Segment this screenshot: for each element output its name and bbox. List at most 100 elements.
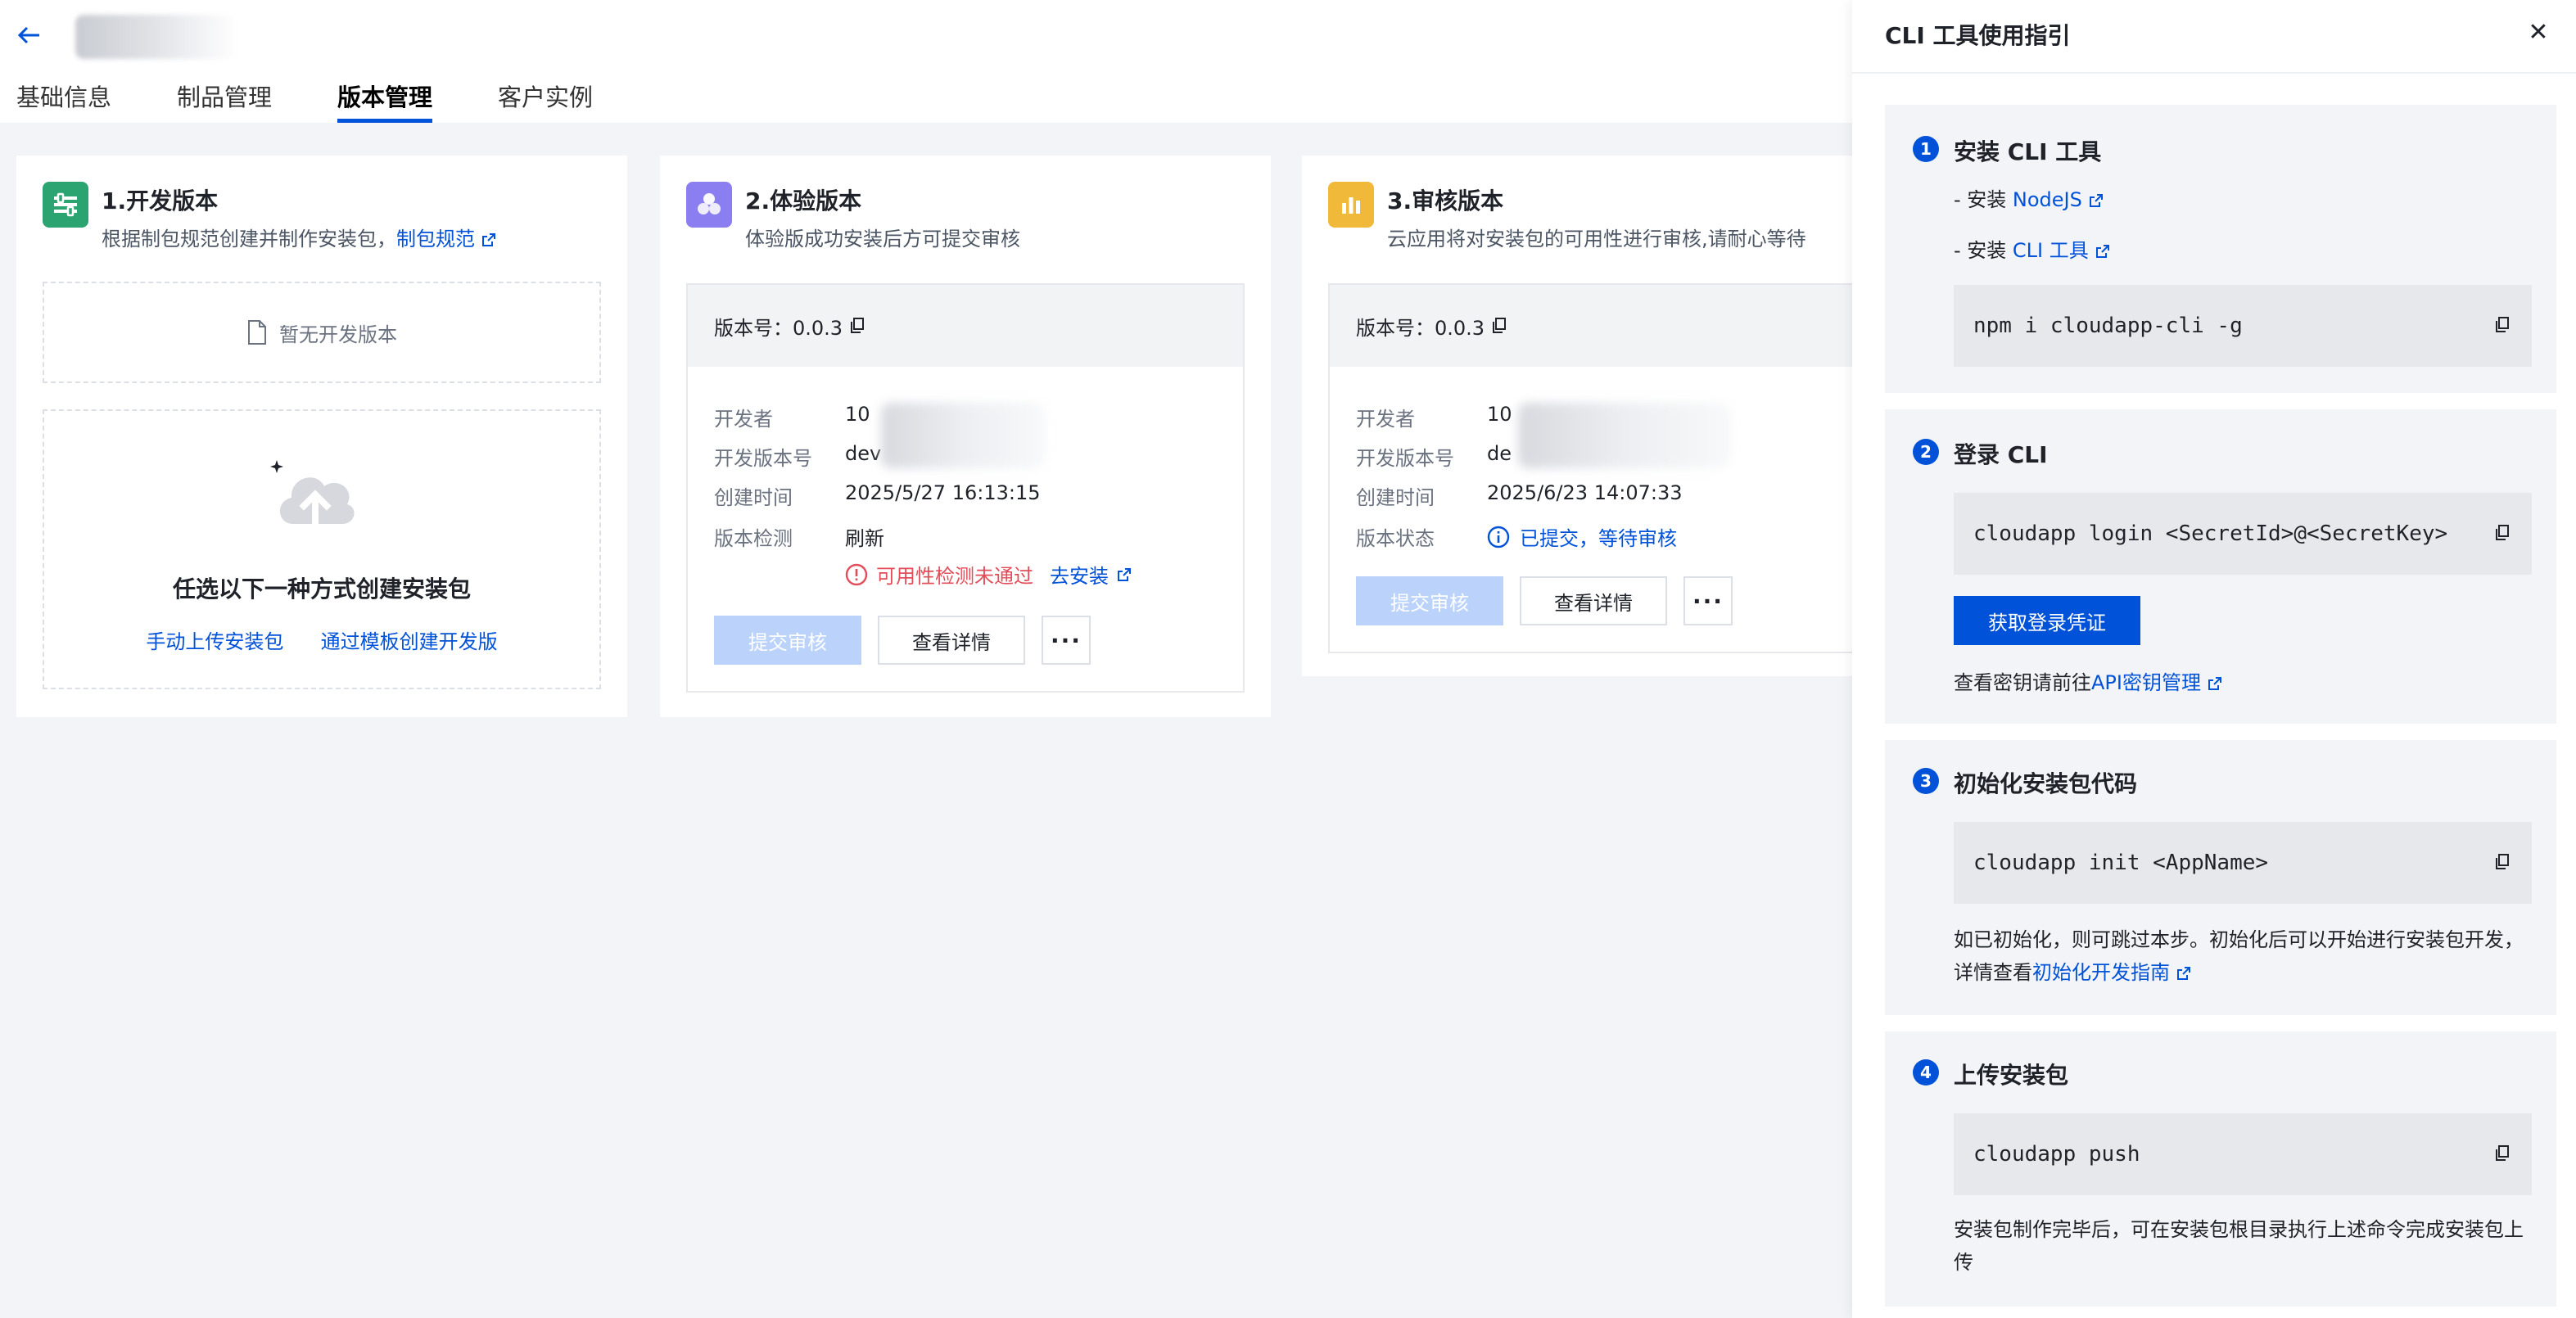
get-credentials-button[interactable]: 获取登录凭证 [1954,596,2140,645]
error-icon [845,563,868,585]
exp-version-panel: 版本号：0.0.3 开发者 10 开发版本号 dev 创建时间 2025/5/27 1… [686,283,1245,693]
exp-row-developer: 开发者 10 [714,403,870,431]
review-dev-version-value: de [1487,442,1512,465]
cli-guide-drawer: CLI 工具使用指引 ✕ 1 安装 CLI 工具 - 安装 NodeJS - 安… [1852,0,2576,1318]
install-cli-line: - 安装 CLI 工具 [1954,234,2110,263]
external-link-icon [2177,967,2190,980]
app-name-redacted [75,15,239,59]
review-version-number-bar: 版本号：0.0.3 [1330,285,1901,367]
exp-view-details-button[interactable]: 查看详情 [878,616,1025,665]
exp-submit-review-button[interactable]: 提交审核 [714,616,861,665]
cloud-upload-icon [270,460,355,526]
step-2-badge: 2 [1913,439,1939,465]
close-icon[interactable]: ✕ [2522,16,2555,49]
check-error-text: 可用性检测未通过 [876,565,1033,588]
review-row-created: 创建时间 2025/6/23 14:07:33 [1356,481,1682,510]
push-command: cloudapp push [1973,1142,2140,1167]
tab-artifact-management[interactable]: 制品管理 [177,79,272,123]
review-submit-button[interactable]: 提交审核 [1356,576,1503,625]
review-created-label: 创建时间 [1356,486,1435,509]
create-options: 手动上传安装包 通过模板创建开发版 [44,625,599,654]
copy-icon[interactable] [2494,1144,2510,1162]
copy-icon[interactable] [849,317,865,335]
tab-bar: 基础信息 制品管理 版本管理 客户实例 [16,79,593,123]
exp-row-dev-version: 开发版本号 dev [714,442,881,471]
copy-icon[interactable] [2494,853,2510,871]
step-3-badge: 3 [1913,768,1939,794]
manual-upload-link[interactable]: 手动上传安装包 [146,630,283,653]
exp-developer-label: 开发者 [714,408,773,431]
cli-tool-link[interactable]: CLI 工具 [2013,239,2089,262]
document-icon [248,320,266,345]
tab-basic-info[interactable]: 基础信息 [16,79,111,123]
create-package-title: 任选以下一种方式创建安装包 [172,575,471,603]
review-row-status: 版本状态 已提交，等待审核 [1356,522,1677,551]
review-row-developer: 开发者 10 [1356,403,1512,431]
api-key-management-link[interactable]: API密钥管理 [2091,671,2201,694]
exp-created-value: 2025/5/27 16:13:15 [845,481,1041,504]
redacted-info [881,403,1045,468]
review-view-details-button[interactable]: 查看详情 [1520,576,1667,625]
exp-row-created: 创建时间 2025/5/27 16:13:15 [714,481,1040,510]
step-4-title: 上传安装包 [1954,1062,2069,1089]
init-command-box: cloudapp init <AppName> [1954,822,2532,904]
push-command-box: cloudapp push [1954,1113,2532,1195]
step-1-badge: 1 [1913,136,1939,162]
review-version-number: 版本号：0.0.3 [1356,316,1485,340]
back-arrow-icon[interactable] [15,21,43,49]
copy-icon[interactable] [1491,317,1507,335]
template-create-link[interactable]: 通过模板创建开发版 [321,630,498,653]
exp-more-button[interactable]: ··· [1042,616,1091,665]
dev-card-title: 1.开发版本 [102,187,219,214]
review-version-card: 3.审核版本 云应用将对安装包的可用性进行审核,请耐心等待 版本号：0.0.3 … [1302,156,1901,676]
install-command-box: npm i cloudapp-cli -g [1954,285,2532,367]
review-more-button[interactable]: ··· [1683,576,1733,625]
review-status-label: 版本状态 [1356,527,1435,550]
drawer-title: CLI 工具使用指引 [1885,22,2071,49]
install-cli-prefix: - 安装 [1954,239,2013,262]
external-link-icon [1118,567,1131,581]
init-command: cloudapp init <AppName> [1973,851,2269,875]
install-nodejs-line: - 安装 NodeJS [1954,183,2104,212]
init-guide-link[interactable]: 初始化开发指南 [2032,961,2170,984]
dev-version-card: 1.开发版本 根据制包规范创建并制作安装包，制包规范 暂无开发版本 任选以下一种… [16,156,627,717]
external-link-icon [2089,194,2103,207]
tab-version-management[interactable]: 版本管理 [337,79,433,123]
exp-card-subtitle: 体验版成功安装后方可提交审核 [745,228,1020,251]
external-link-icon [482,233,495,246]
exp-card-title: 2.体验版本 [745,187,862,214]
review-version-panel: 版本号：0.0.3 开发者 10 开发版本号 de 创建时间 2025/6/23 14… [1328,283,1901,653]
review-dev-version-label: 开发版本号 [1356,447,1454,470]
packaging-spec-link[interactable]: 制包规范 [396,228,475,251]
step-install-cli: 1 安装 CLI 工具 - 安装 NodeJS - 安装 CLI 工具 npm … [1885,105,2556,393]
exp-dev-version-label: 开发版本号 [714,447,812,470]
exp-developer-value: 10 [845,403,870,426]
step-init-code: 3 初始化安装包代码 cloudapp init <AppName> 如已初始化… [1885,740,2556,1015]
external-link-icon [2208,677,2221,690]
info-icon [1487,526,1510,548]
upload-description: 安装包制作完毕后，可在安装包根目录执行上述命令完成安装包上传 [1954,1218,2524,1274]
copy-icon[interactable] [2494,524,2510,542]
login-command: cloudapp login <SecretId>@<SecretKey> [1973,521,2448,546]
nodejs-link[interactable]: NodeJS [2013,188,2082,211]
review-created-value: 2025/6/23 14:07:33 [1487,481,1683,504]
review-developer-label: 开发者 [1356,408,1415,431]
go-install-link[interactable]: 去安装 [1050,560,1109,589]
review-status-value: 已提交，等待审核 [1520,527,1677,550]
redacted-info [1518,403,1731,468]
api-key-note: 查看密钥请前往API密钥管理 [1954,666,2222,695]
tab-customer-instances[interactable]: 客户实例 [498,79,593,123]
copy-icon[interactable] [2494,316,2510,334]
step-login-cli: 2 登录 CLI cloudapp login <SecretId>@<Secr… [1885,409,2556,724]
init-description: 如已初始化，则可跳过本步。初始化后可以开始进行安装包开发，详情查看初始化开发指南 [1954,923,2535,989]
create-package-box: 任选以下一种方式创建安装包 手动上传安装包 通过模板创建开发版 [43,409,601,689]
login-command-box: cloudapp login <SecretId>@<SecretKey> [1954,493,2532,575]
experience-version-card: 2.体验版本 体验版成功安装后方可提交审核 版本号：0.0.3 开发者 10 开发… [660,156,1271,717]
check-result: 可用性检测未通过 去安装 [845,560,1132,589]
refresh-link[interactable]: 刷新 [845,522,884,551]
step-2-title: 登录 CLI [1954,441,2048,468]
exp-check-label: 版本检测 [714,527,793,550]
page-header: 基础信息 制品管理 版本管理 客户实例 [0,0,1852,123]
step-3-title: 初始化安装包代码 [1954,770,2138,797]
api-key-note-text: 查看密钥请前往 [1954,671,2091,694]
